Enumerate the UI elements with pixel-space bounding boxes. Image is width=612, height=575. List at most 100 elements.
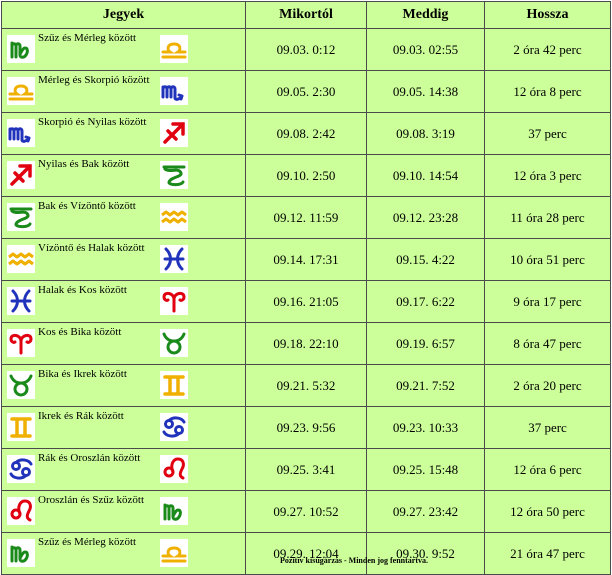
from-cell: 09.25. 3:41 <box>245 448 367 491</box>
pisces-icon <box>160 245 188 273</box>
until-cell: 09.03. 02:55 <box>366 28 485 71</box>
signs-label: Rák és Oroszlán között <box>38 452 141 464</box>
table-row: Mérleg és Skorpió között 09.05. 2:30 09.05… <box>1 70 611 113</box>
signs-label: Bak és Vízöntő között <box>38 200 136 212</box>
until-cell: 09.08. 3:19 <box>366 112 485 155</box>
table-row: Halak és Kos között 09.16. 21:05 09.17. 6:… <box>1 280 611 323</box>
aquarius-icon <box>160 203 188 231</box>
signs-label: Szűz és Mérleg között <box>38 32 137 44</box>
capricorn-icon <box>160 161 188 189</box>
duration-cell: 21 óra 47 perc <box>484 532 611 575</box>
table-row: Bak és Vízöntő között 09.12. 11:59 09.12. … <box>1 196 611 239</box>
header-signs: Jegyek <box>1 1 246 29</box>
gemini-icon <box>160 371 188 399</box>
cancer-icon <box>160 413 188 441</box>
libra-icon <box>7 77 35 105</box>
table-header-row: Jegyek Mikortól Meddig Hossza <box>1 1 611 29</box>
moon-void-table: Jegyek Mikortól Meddig Hossza Szűz és Mé… <box>1 1 611 575</box>
signs-cell: Rák és Oroszlán között <box>1 448 246 491</box>
from-cell: 09.16. 21:05 <box>245 280 367 323</box>
leo-icon <box>160 455 188 483</box>
signs-cell: Vízöntő és Halak között <box>1 238 246 281</box>
until-cell: 09.30. 9:52 <box>366 532 485 575</box>
signs-label: Skorpió és Nyilas között <box>38 116 147 128</box>
aries-icon <box>7 329 35 357</box>
signs-cell: Bika és Ikrek között <box>1 364 246 407</box>
from-cell: 09.10. 2:50 <box>245 154 367 197</box>
table-row: Rák és Oroszlán között 09.25. 3:41 09.25. … <box>1 448 611 491</box>
signs-label: Mérleg és Skorpió között <box>38 74 150 86</box>
duration-cell: 12 óra 6 perc <box>484 448 611 491</box>
from-cell: 09.23. 9:56 <box>245 406 367 449</box>
from-cell: 09.03. 0:12 <box>245 28 367 71</box>
until-cell: 09.17. 6:22 <box>366 280 485 323</box>
duration-cell: 12 óra 3 perc <box>484 154 611 197</box>
table-row: Skorpió és Nyilas között 09.08. 2:42 09.08… <box>1 112 611 155</box>
table-row: Kos és Bika között 09.18. 22:10 09.19. 6:5… <box>1 322 611 365</box>
from-cell: 09.18. 22:10 <box>245 322 367 365</box>
from-cell: 09.21. 5:32 <box>245 364 367 407</box>
footer-copyright: Pozitív kisugárzás - Minden jog fenntart… <box>280 556 428 565</box>
gemini-icon <box>7 413 35 441</box>
virgo-icon <box>7 35 35 63</box>
signs-label: Bika és Ikrek között <box>38 368 127 380</box>
pisces-icon <box>7 287 35 315</box>
aquarius-icon <box>7 245 35 273</box>
libra-icon <box>160 539 188 567</box>
duration-cell: 12 óra 50 perc <box>484 490 611 533</box>
cancer-icon <box>7 455 35 483</box>
from-cell: 09.29. 12:04 <box>245 532 367 575</box>
aries-icon <box>160 287 188 315</box>
header-until: Meddig <box>366 1 485 29</box>
duration-cell: 8 óra 47 perc <box>484 322 611 365</box>
until-cell: 09.19. 6:57 <box>366 322 485 365</box>
signs-cell: Nyilas és Bak között <box>1 154 246 197</box>
until-cell: 09.12. 23:28 <box>366 196 485 239</box>
signs-cell: Bak és Vízöntő között <box>1 196 246 239</box>
duration-cell: 37 perc <box>484 112 611 155</box>
signs-label: Ikrek és Rák között <box>38 410 124 422</box>
table-row: Szűz és Mérleg között 09.03. 0:12 09.03. 0… <box>1 28 611 71</box>
from-cell: 09.27. 10:52 <box>245 490 367 533</box>
header-duration: Hossza <box>484 1 611 29</box>
until-cell: 09.25. 15:48 <box>366 448 485 491</box>
leo-icon <box>7 497 35 525</box>
signs-label: Szűz és Mérleg között <box>38 536 137 548</box>
header-from: Mikortól <box>245 1 367 29</box>
signs-label: Nyilas és Bak között <box>38 158 130 170</box>
table-row: Vízöntő és Halak között 09.14. 17:31 09.15… <box>1 238 611 281</box>
virgo-icon <box>160 497 188 525</box>
sagittarius-icon <box>7 161 35 189</box>
until-cell: 09.27. 23:42 <box>366 490 485 533</box>
scorpio-icon <box>160 77 188 105</box>
table-row: Ikrek és Rák között 09.23. 9:56 09.23. 10:… <box>1 406 611 449</box>
signs-cell: Kos és Bika között <box>1 322 246 365</box>
signs-cell: Mérleg és Skorpió között <box>1 70 246 113</box>
duration-cell: 2 óra 20 perc <box>484 364 611 407</box>
duration-cell: 2 óra 42 perc <box>484 28 611 71</box>
from-cell: 09.14. 17:31 <box>245 238 367 281</box>
virgo-icon <box>7 539 35 567</box>
taurus-icon <box>7 371 35 399</box>
signs-cell: Halak és Kos között <box>1 280 246 323</box>
signs-cell: Ikrek és Rák között <box>1 406 246 449</box>
signs-label: Halak és Kos között <box>38 284 127 296</box>
signs-label: Vízöntő és Halak között <box>38 242 145 254</box>
libra-icon <box>160 35 188 63</box>
table-row: Nyilas és Bak között 09.10. 2:50 09.10. 14… <box>1 154 611 197</box>
signs-label: Oroszlán és Szűz között <box>38 494 144 506</box>
table-row: Bika és Ikrek között 09.21. 5:32 09.21. 7:… <box>1 364 611 407</box>
from-cell: 09.12. 11:59 <box>245 196 367 239</box>
from-cell: 09.05. 2:30 <box>245 70 367 113</box>
signs-cell: Skorpió és Nyilas között <box>1 112 246 155</box>
taurus-icon <box>160 329 188 357</box>
table-row: Oroszlán és Szűz között 09.27. 10:52 09.27… <box>1 490 611 533</box>
signs-cell: Oroszlán és Szűz között <box>1 490 246 533</box>
capricorn-icon <box>7 203 35 231</box>
signs-cell: Szűz és Mérleg között <box>1 28 246 71</box>
until-cell: 09.15. 4:22 <box>366 238 485 281</box>
duration-cell: 11 óra 28 perc <box>484 196 611 239</box>
duration-cell: 10 óra 51 perc <box>484 238 611 281</box>
duration-cell: 12 óra 8 perc <box>484 70 611 113</box>
sagittarius-icon <box>160 119 188 147</box>
